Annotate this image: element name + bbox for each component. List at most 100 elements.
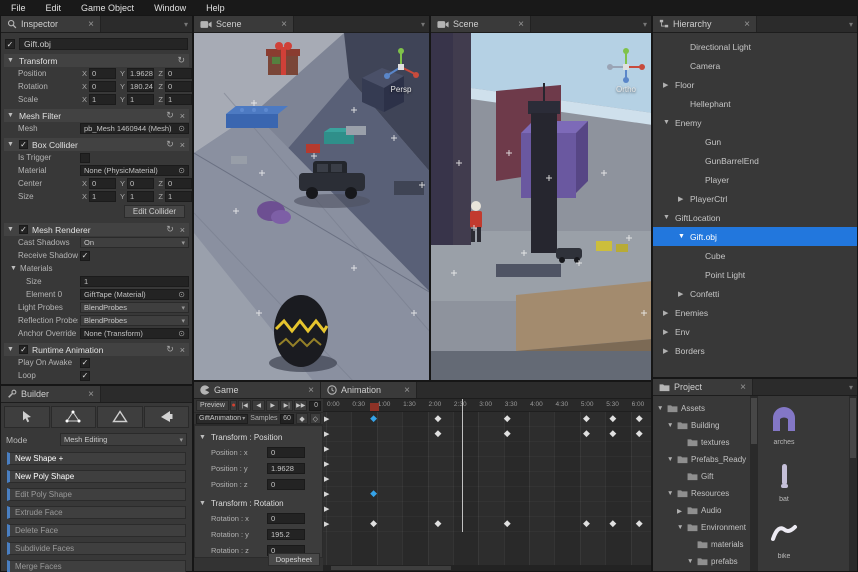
receive-shadows-checkbox[interactable]: ✓ <box>80 250 90 261</box>
project-folder-prefabs[interactable]: ▼ prefabs <box>653 553 750 570</box>
enabled-checkbox[interactable]: ✓ <box>19 140 28 149</box>
asset-grid-scrollbar[interactable] <box>849 396 857 571</box>
position-z-field[interactable]: 0 <box>165 68 192 79</box>
playhead[interactable] <box>461 399 463 532</box>
keyframe[interactable]: ◆ <box>435 414 442 423</box>
projection-label[interactable]: Ortho <box>604 85 648 94</box>
keyframe[interactable]: ◆ <box>636 519 643 528</box>
hierarchy-item-hellephant[interactable]: Hellephant <box>653 94 857 113</box>
project-folder-gift[interactable]: Gift <box>653 468 750 485</box>
hierarchy-item-borders[interactable]: ▶ Borders <box>653 341 857 360</box>
transport-button-3[interactable]: ▶| <box>280 400 294 411</box>
rotation-y-field[interactable]: 180.241 <box>127 81 154 92</box>
anchor-override-field[interactable]: None (Transform) ⊙ <box>80 328 189 339</box>
center-z-field[interactable]: 0 <box>165 178 192 189</box>
hierarchy-item-player[interactable]: Player <box>653 170 857 189</box>
projection-label[interactable]: Persp <box>379 85 423 94</box>
close-icon[interactable]: × <box>273 19 287 30</box>
keyframe[interactable]: ◆ <box>609 414 616 423</box>
builder-button-new-poly-shape[interactable]: New Poly Shape <box>7 470 186 483</box>
transport-button-0[interactable]: |◀ <box>238 400 252 411</box>
remove-icon[interactable]: × <box>179 345 186 355</box>
scrollbar-thumb[interactable] <box>751 398 757 444</box>
keyframe[interactable]: ◆ <box>583 519 590 528</box>
reflection-probes-dropdown[interactable]: BlendProbes ▾ <box>80 315 189 326</box>
tab-project[interactable]: Project × <box>653 379 753 395</box>
hierarchy-item-env[interactable]: ▶ Env <box>653 322 857 341</box>
clip-dropdown[interactable]: GiftAnimation ▾ <box>196 413 249 424</box>
menu-item-help[interactable]: Help <box>197 3 234 13</box>
foldout-icon[interactable]: ▼ <box>667 490 674 497</box>
edit-collider-button[interactable]: Edit Collider <box>123 205 185 218</box>
reset-icon[interactable]: ↻ <box>165 110 175 121</box>
scale-x-field[interactable]: 1 <box>89 94 116 105</box>
vertex-mode-button[interactable] <box>50 406 96 428</box>
edge-mode-button[interactable] <box>97 406 143 428</box>
hierarchy-item-playerctrl[interactable]: ▶ PlayerCtrl <box>653 189 857 208</box>
center-y-field[interactable]: 0 <box>127 178 154 189</box>
is-trigger-checkbox[interactable] <box>80 152 90 163</box>
hierarchy-item-confetti[interactable]: ▶ Confetti <box>653 284 857 303</box>
foldout-icon[interactable]: ▼ <box>7 141 15 148</box>
foldout-icon[interactable]: ▶ <box>678 290 686 298</box>
keyframe[interactable]: ◆ <box>504 429 511 438</box>
reset-icon[interactable]: ↻ <box>176 55 186 66</box>
hierarchy-item-point-light[interactable]: Point Light <box>653 265 857 284</box>
position-x-field[interactable]: 0 <box>89 68 116 79</box>
keyframe[interactable]: ◆ <box>583 429 590 438</box>
size-z-field[interactable]: 1 <box>165 191 192 202</box>
asset-arches[interactable]: arches <box>761 402 807 459</box>
hierarchy-item-camera[interactable]: Camera <box>653 56 857 75</box>
panel-menu-icon[interactable]: ▾ <box>849 20 857 29</box>
box-collider-header[interactable]: ▼ ✓ Box Collider ↻ × <box>4 138 189 151</box>
play-on-awake-checkbox[interactable]: ✓ <box>80 357 90 368</box>
close-icon[interactable]: × <box>510 19 524 30</box>
materials-size-field[interactable]: 1 <box>80 276 189 287</box>
transport-button-2[interactable]: ▶ <box>266 400 280 411</box>
foldout-icon[interactable]: ▼ <box>687 558 694 565</box>
add-keyframe-button[interactable]: ◆ <box>296 413 308 424</box>
menu-item-game-object[interactable]: Game Object <box>72 3 143 13</box>
foldout-icon[interactable]: ▼ <box>7 226 15 233</box>
foldout-icon[interactable]: ▼ <box>663 119 671 126</box>
foldout-icon[interactable]: ▼ <box>7 112 15 119</box>
keyframe[interactable]: ◆ <box>435 429 442 438</box>
foldout-icon[interactable]: ▶ <box>663 328 671 336</box>
rotation-x-field[interactable]: 0 <box>89 81 116 92</box>
property-group-transform-position[interactable]: ▼ Transform : Position <box>195 430 322 444</box>
foldout-icon[interactable]: ▼ <box>663 214 671 221</box>
timeline-hscrollbar[interactable] <box>323 565 651 571</box>
asset-bike[interactable]: bike <box>761 516 807 572</box>
project-tree-scrollbar[interactable] <box>750 396 758 571</box>
project-folder-assets[interactable]: ▼ Assets <box>653 400 750 417</box>
foldout-icon[interactable]: ▼ <box>7 346 15 353</box>
object-name-field[interactable]: Gift.obj <box>19 38 188 50</box>
current-frame-field[interactable]: 0 <box>309 400 321 411</box>
rotation-y-field[interactable]: 195.2 <box>267 528 305 540</box>
foldout-icon[interactable]: ▼ <box>667 422 674 429</box>
add-event-button[interactable]: ◇ <box>309 413 321 424</box>
record-button[interactable]: ● <box>229 400 238 411</box>
orientation-gizmo[interactable] <box>604 45 648 89</box>
remove-icon[interactable]: × <box>179 111 186 121</box>
asset-bat[interactable]: bat <box>761 459 807 516</box>
keyframe[interactable]: ◆ <box>609 429 616 438</box>
reset-icon[interactable]: ↻ <box>165 344 175 355</box>
object-picker-icon[interactable]: ⊙ <box>178 124 185 133</box>
property-group-transform-rotation[interactable]: ▼ Transform : Rotation <box>195 496 322 510</box>
close-icon[interactable]: × <box>396 385 410 396</box>
close-icon[interactable]: × <box>80 19 94 30</box>
project-folder-environment[interactable]: ▼ Environment <box>653 519 750 536</box>
foldout-icon[interactable]: ▶ <box>677 507 684 515</box>
hierarchy-item-directional-light[interactable]: Directional Light <box>653 37 857 56</box>
mode-dropdown[interactable]: Mesh Editing ▾ <box>60 433 187 446</box>
panel-menu-icon[interactable]: ▾ <box>849 383 857 392</box>
position-z-field[interactable]: 0 <box>267 478 305 490</box>
project-folder-textures[interactable]: textures <box>653 434 750 451</box>
tab-game[interactable]: Game × <box>194 382 321 398</box>
hierarchy-item-floor[interactable]: ▶ Floor <box>653 75 857 94</box>
scale-y-field[interactable]: 1 <box>127 94 154 105</box>
hierarchy-item-gun[interactable]: Gun <box>653 132 857 151</box>
foldout-icon[interactable]: ▼ <box>7 57 15 64</box>
project-folder-resources[interactable]: ▼ Resources <box>653 485 750 502</box>
